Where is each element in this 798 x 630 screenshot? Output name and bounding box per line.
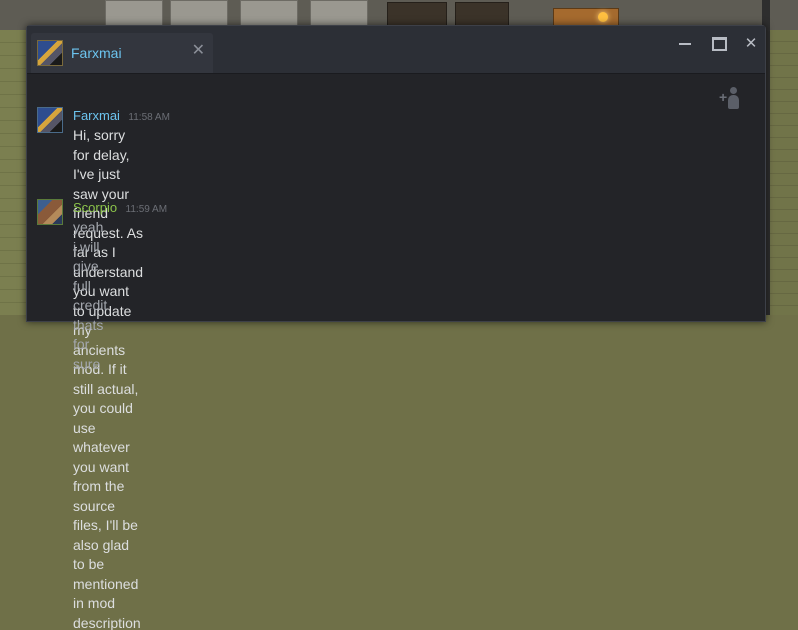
sender-name[interactable]: Farxmai bbox=[73, 108, 120, 123]
message-timestamp: 11:58 AM bbox=[128, 112, 170, 123]
maximize-button[interactable] bbox=[709, 35, 729, 53]
avatar[interactable] bbox=[37, 107, 63, 133]
minimize-icon bbox=[679, 43, 691, 46]
maximize-icon bbox=[711, 37, 727, 52]
background-panel bbox=[240, 0, 298, 26]
chat-titlebar[interactable]: Farxmai ✕ ✕ bbox=[27, 26, 765, 74]
message-timestamp: 11:59 AM bbox=[125, 204, 168, 215]
chat-log: + Farxmai 11:58 AM Hi, sorry for delay, … bbox=[27, 74, 765, 630]
minimize-button[interactable] bbox=[675, 35, 695, 53]
close-window-button[interactable]: ✕ bbox=[741, 35, 761, 53]
close-tab-icon[interactable]: ✕ bbox=[192, 42, 205, 60]
add-friend-icon[interactable]: + bbox=[717, 83, 745, 111]
background-panel bbox=[170, 0, 228, 26]
chat-window: Farxmai ✕ ✕ + Farxmai 11:58 AM Hi, sorry… bbox=[26, 25, 766, 630]
avatar[interactable] bbox=[37, 40, 63, 66]
message-text: yeah i will give full credit thats for s… bbox=[73, 219, 108, 372]
avatar[interactable] bbox=[37, 199, 63, 225]
sender-name[interactable]: Scorpio bbox=[73, 200, 117, 215]
background-panel bbox=[105, 0, 163, 26]
background-panel bbox=[310, 0, 368, 26]
background-lamp bbox=[598, 12, 608, 22]
tab-friend-name: Farxmai bbox=[71, 45, 122, 61]
chat-tab-farxmai[interactable]: Farxmai ✕ bbox=[31, 33, 213, 73]
